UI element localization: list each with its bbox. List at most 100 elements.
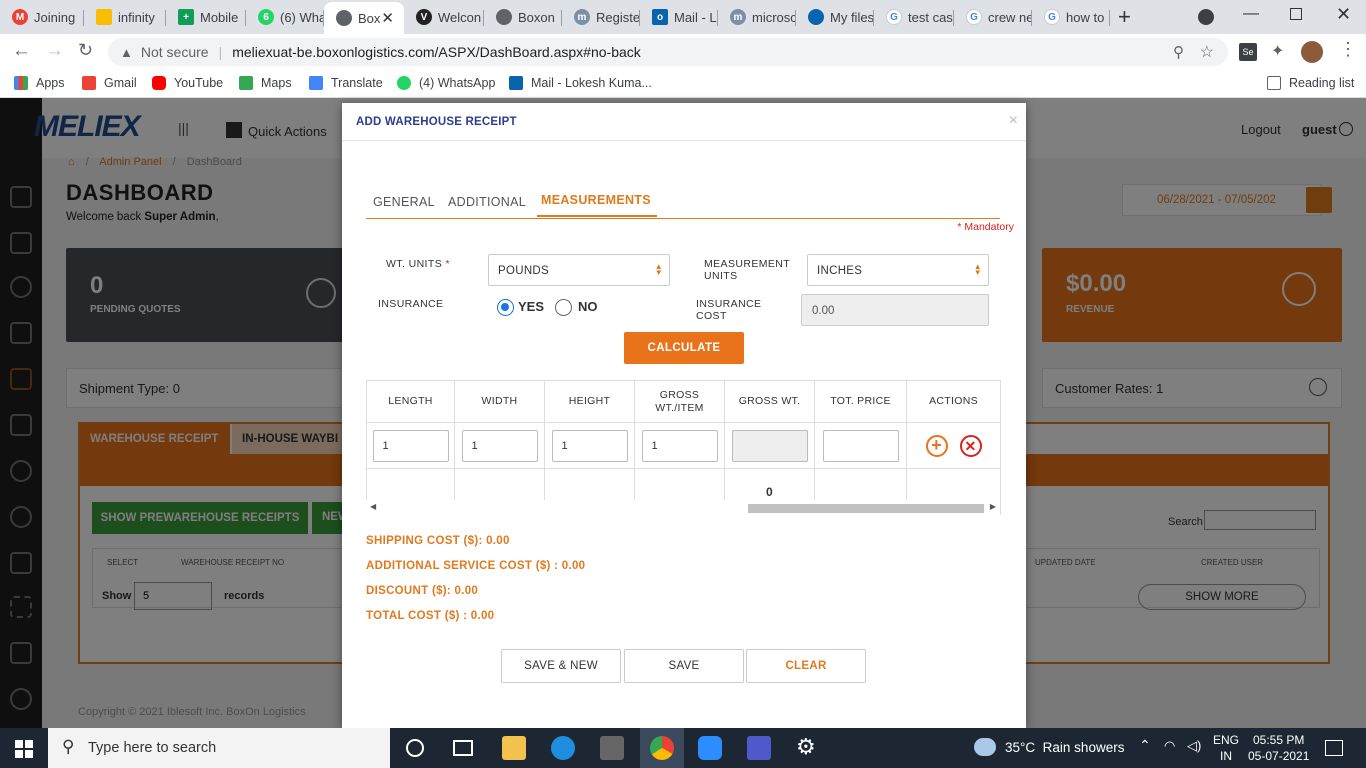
globe-icon	[336, 10, 352, 26]
close-tab-icon[interactable]: ✕	[381, 9, 394, 27]
browser-tab[interactable]: V Welcon	[404, 4, 484, 30]
close-icon[interactable]: ×	[1009, 112, 1018, 130]
meliex-icon: m	[574, 9, 590, 25]
weather-icon	[974, 738, 996, 756]
insurance-no-radio[interactable]	[555, 299, 572, 316]
store-icon[interactable]	[600, 736, 624, 760]
cortana-icon[interactable]	[406, 739, 424, 757]
bookmark-youtube[interactable]: YouTube	[152, 76, 223, 90]
browser-tab[interactable]: M Joining	[0, 4, 84, 30]
zoom-icon[interactable]: ⚲	[1173, 43, 1184, 61]
modal-tabs: GENERAL ADDITIONAL MEASUREMENTS	[366, 191, 1000, 219]
length-input[interactable]: 1	[372, 429, 449, 462]
browser-tab-active[interactable]: Box ✕	[324, 2, 404, 34]
chrome-menu-icon[interactable]: ⋮	[1339, 39, 1357, 60]
reload-icon[interactable]: ↻	[78, 40, 93, 61]
insurance-no-label[interactable]: NO	[578, 299, 598, 314]
bookmarks-bar: Apps Gmail YouTube Maps Translate (4) Wh…	[0, 70, 1366, 98]
height-input[interactable]: 1	[551, 429, 628, 462]
translate-icon	[309, 76, 323, 90]
bookmark-gmail[interactable]: Gmail	[82, 76, 137, 90]
measurement-units-select[interactable]: INCHES ▲ ▼	[807, 254, 989, 286]
insurance-yes-radio[interactable]	[497, 299, 514, 316]
browser-tab[interactable]: infinity	[84, 4, 166, 30]
browser-tab[interactable]: m Registe	[562, 4, 640, 30]
profile-avatar[interactable]	[1301, 41, 1323, 63]
clock[interactable]: 05:55 PM 05-07-2021	[1248, 732, 1309, 764]
save-button[interactable]: SAVE	[624, 649, 744, 683]
drive-icon	[96, 9, 112, 25]
notifications-icon[interactable]	[1325, 740, 1343, 756]
insurance-yes-label[interactable]: YES	[518, 299, 544, 314]
forward-icon[interactable]: →	[45, 40, 64, 62]
zoom-app-icon[interactable]	[698, 736, 722, 760]
windows-start-icon[interactable]	[15, 740, 33, 758]
file-explorer-icon[interactable]	[502, 736, 526, 760]
scroll-left-icon[interactable]: ◀	[370, 502, 376, 511]
browser-tab[interactable]: 6 (6) Wha	[246, 4, 324, 30]
browser-tab[interactable]: Gtest cas	[874, 4, 954, 30]
delete-row-icon[interactable]: ✕	[959, 434, 982, 457]
col-actions: ACTIONS	[906, 380, 1001, 423]
width-input[interactable]: 1	[461, 429, 538, 462]
select-arrows-icon: ▲ ▼	[654, 262, 663, 277]
new-tab-icon[interactable]: +	[1118, 4, 1131, 30]
tot-price-input[interactable]	[822, 429, 899, 462]
gross-wt-field[interactable]	[731, 429, 808, 462]
taskbar-search-box[interactable]: ⚲ Type here to search	[48, 728, 390, 768]
col-tot-price: TOT. PRICE	[814, 380, 907, 423]
browser-tab-strip: M Joining infinity + Mobile 6 (6) Wha Box ✕ …	[0, 0, 1366, 34]
teams-icon[interactable]	[747, 736, 771, 760]
gross-wt-item-input[interactable]: 1	[641, 429, 718, 462]
browser-tab[interactable]: Gcrew ne	[954, 4, 1032, 30]
browser-tab[interactable]: m microsc	[718, 4, 796, 30]
scroll-right-icon[interactable]: ▶	[990, 502, 996, 511]
tab-general[interactable]: GENERAL	[373, 195, 435, 209]
browser-tab[interactable]: My files	[796, 4, 874, 30]
back-icon[interactable]: ←	[12, 40, 31, 62]
window-close-icon[interactable]: ✕	[1336, 4, 1351, 25]
bookmark-apps[interactable]: Apps	[14, 76, 65, 90]
save-new-button[interactable]: SAVE & NEW	[501, 649, 621, 683]
col-height: HEIGHT	[544, 380, 635, 423]
selenium-extension-icon[interactable]: Se	[1239, 43, 1257, 61]
scrollbar-thumb[interactable]	[748, 504, 984, 513]
bookmark-whatsapp[interactable]: (4) WhatsApp	[397, 76, 495, 90]
calculate-button[interactable]: CALCULATE	[624, 332, 744, 364]
grid-scrollbar[interactable]: ◀ ▶	[366, 500, 1000, 516]
chevron-up-icon[interactable]: ⌃	[1139, 737, 1151, 754]
tab-search-icon[interactable]	[1198, 9, 1214, 25]
browser-tab[interactable]: Boxon	[484, 4, 562, 30]
modal-title: ADD WAREHOUSE RECEIPT	[356, 116, 517, 128]
clear-button[interactable]: CLEAR	[746, 649, 866, 683]
edge-icon[interactable]	[551, 736, 575, 760]
omnibox[interactable]: ▲ Not secure | meliexuat-be.boxonlogisti…	[108, 38, 1228, 66]
add-warehouse-receipt-modal: ADD WAREHOUSE RECEIPT × GENERAL ADDITION…	[342, 103, 1026, 728]
minimize-icon[interactable]: —	[1243, 5, 1259, 23]
chrome-taskbar-active[interactable]	[640, 728, 684, 768]
measurement-units-label: MEASUREMENT UNITS	[704, 258, 791, 282]
additional-service-cost: ADDITIONAL SERVICE COST ($) : 0.00	[366, 560, 586, 572]
bookmark-mail[interactable]: Mail - Lokesh Kuma...	[509, 76, 652, 90]
restore-icon[interactable]	[1290, 8, 1302, 20]
browser-tab[interactable]: Ghow to	[1032, 4, 1110, 30]
windows-taskbar: ⚲ Type here to search ⚙ 35°C Rain shower…	[0, 728, 1366, 768]
task-view-icon[interactable]	[453, 740, 473, 756]
insurance-cost-field[interactable]: 0.00	[801, 294, 989, 326]
tab-measurements[interactable]: MEASUREMENTS	[537, 193, 657, 217]
reading-list[interactable]: Reading list	[1267, 76, 1354, 90]
volume-icon[interactable]: ◁)	[1187, 738, 1201, 754]
weather-text[interactable]: 35°C Rain showers	[1005, 740, 1124, 755]
bookmark-translate[interactable]: Translate	[309, 76, 383, 90]
extensions-icon[interactable]: ✦	[1271, 41, 1284, 61]
settings-gear-icon[interactable]: ⚙	[796, 734, 816, 760]
browser-tab[interactable]: + Mobile	[166, 4, 246, 30]
wifi-icon[interactable]: ◠	[1164, 738, 1175, 754]
bookmark-star-icon[interactable]: ☆	[1200, 42, 1214, 62]
browser-tab[interactable]: o Mail - L	[640, 4, 718, 30]
wt-units-select[interactable]: POUNDS ▲ ▼	[488, 254, 670, 286]
tab-additional[interactable]: ADDITIONAL	[448, 195, 526, 209]
bookmark-maps[interactable]: Maps	[239, 76, 292, 90]
add-row-icon[interactable]: +	[925, 434, 948, 457]
language-indicator[interactable]: ENG IN	[1213, 732, 1239, 764]
